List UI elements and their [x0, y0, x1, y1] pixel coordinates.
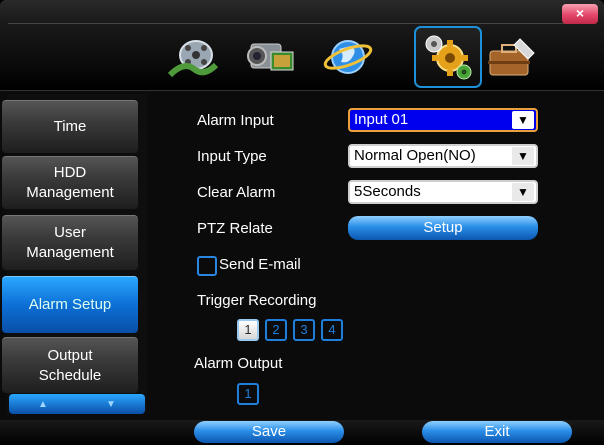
- sidebar-item-output-schedule[interactable]: Output Schedule: [2, 337, 138, 393]
- sidebar-item-hdd-management[interactable]: HDD Management: [2, 156, 138, 209]
- scroll-down-icon[interactable]: ▼: [77, 394, 145, 414]
- scroll-up-icon[interactable]: ▲: [9, 394, 77, 414]
- ptz-relate-label: PTZ Relate: [197, 220, 273, 237]
- input-type-label: Input Type: [197, 148, 267, 165]
- camcorder-icon[interactable]: [238, 28, 302, 86]
- alarm-input-value: Input 01: [354, 111, 409, 128]
- globe-network-icon[interactable]: [316, 28, 380, 86]
- ptz-setup-button[interactable]: Setup: [348, 216, 538, 240]
- send-email-label: Send E-mail: [219, 256, 301, 273]
- input-type-value: Normal Open(NO): [354, 147, 476, 164]
- toolbar-divider: [0, 90, 604, 91]
- chevron-down-icon[interactable]: ▼: [512, 183, 534, 201]
- briefcase-tools-icon[interactable]: [480, 28, 544, 86]
- sidebar-item-label: Time: [53, 118, 87, 135]
- clear-alarm-label: Clear Alarm: [197, 184, 276, 201]
- alarm-output-label: Alarm Output: [194, 355, 283, 372]
- sidebar-item-user-management[interactable]: User Management: [2, 215, 138, 270]
- alarm-output-channel-1[interactable]: 1: [237, 383, 259, 405]
- sidebar-item-label: Alarm Setup: [28, 296, 112, 313]
- send-email-checkbox[interactable]: [197, 256, 217, 276]
- trigger-recording-label: Trigger Recording: [197, 292, 317, 309]
- input-type-select[interactable]: Normal Open(NO) ▼: [348, 144, 538, 168]
- clear-alarm-value: 5Seconds: [354, 183, 421, 200]
- film-reel-icon[interactable]: [160, 28, 224, 86]
- trigger-channel-4[interactable]: 4: [321, 319, 343, 341]
- sidebar-item-alarm-setup[interactable]: Alarm Setup: [2, 276, 138, 333]
- save-button[interactable]: Save: [194, 421, 344, 443]
- gears-icon[interactable]: [414, 26, 482, 88]
- chevron-down-icon[interactable]: ▼: [512, 147, 534, 165]
- sidebar-item-time[interactable]: Time: [2, 100, 138, 153]
- sidebar-item-label: HDD Management: [26, 164, 114, 201]
- clear-alarm-select[interactable]: 5Seconds ▼: [348, 180, 538, 204]
- dvr-settings-window: × Time HDD Management User Management Al…: [0, 0, 604, 445]
- alarm-input-label: Alarm Input: [197, 112, 274, 129]
- top-divider: [8, 23, 596, 24]
- sidebar-item-label: User Management: [26, 224, 114, 261]
- exit-button[interactable]: Exit: [422, 421, 572, 443]
- close-button[interactable]: ×: [562, 4, 598, 24]
- alarm-input-select[interactable]: Input 01 ▼: [348, 108, 538, 132]
- chevron-down-icon[interactable]: ▼: [512, 111, 534, 129]
- trigger-channel-2[interactable]: 2: [265, 319, 287, 341]
- sidebar-scroll: ▲ ▼: [9, 394, 145, 414]
- sidebar-item-label: Output Schedule: [38, 346, 102, 384]
- trigger-channel-3[interactable]: 3: [293, 319, 315, 341]
- trigger-channel-1[interactable]: 1: [237, 319, 259, 341]
